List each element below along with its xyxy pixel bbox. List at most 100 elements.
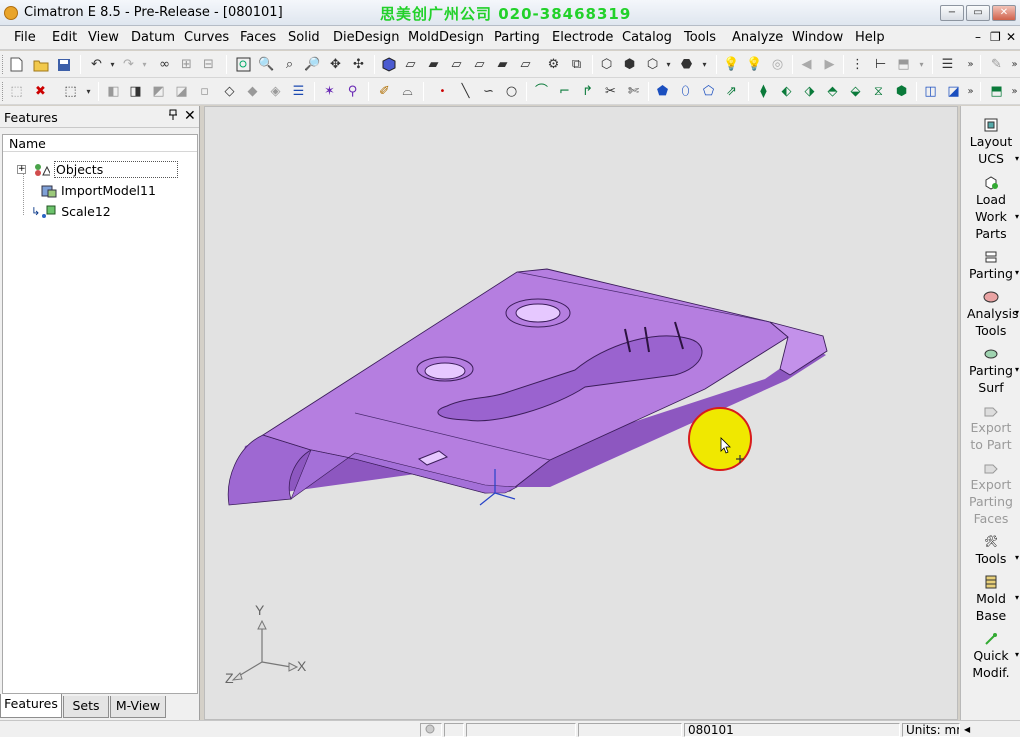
sketcher-icon[interactable]: ✐: [376, 83, 393, 100]
zoom-all-icon[interactable]: [235, 56, 252, 73]
rotate-icon[interactable]: ✣: [350, 56, 367, 73]
extend-icon[interactable]: ⇗: [723, 83, 740, 100]
tools-button[interactable]: 🛠 Tools ▾: [961, 535, 1020, 567]
menu-electrode[interactable]: Electrode: [552, 30, 613, 45]
menu-analyze[interactable]: Analyze: [732, 30, 783, 45]
surface-split-icon[interactable]: ◫: [922, 83, 939, 100]
shaded-edges-icon[interactable]: ⬡: [644, 56, 661, 73]
circle-icon[interactable]: ○: [503, 83, 520, 100]
next-view-icon[interactable]: ▶: [821, 56, 838, 73]
view-left-icon[interactable]: ▱: [448, 56, 465, 73]
surface-sweep-icon[interactable]: ⬗: [801, 83, 818, 100]
surface-drape-icon[interactable]: ⬢: [893, 83, 910, 100]
parting-button[interactable]: Parting ▾: [961, 250, 1020, 282]
quick-modif-button[interactable]: Quick Modif. ▾: [961, 632, 1020, 681]
view-bottom-icon[interactable]: ▱: [517, 56, 534, 73]
split-icon[interactable]: ✄: [625, 83, 642, 100]
tree-item-objects[interactable]: + Objects: [17, 160, 178, 179]
tab-m-view[interactable]: M-View: [110, 696, 166, 718]
layout-ucs-button[interactable]: Layout UCS ▾: [961, 118, 1020, 167]
mold-tools-icon[interactable]: ⬒: [895, 56, 912, 73]
view-back-icon[interactable]: ▰: [425, 56, 442, 73]
undo-icon[interactable]: ↶: [88, 56, 105, 73]
drive-face-icon[interactable]: ⬠: [700, 83, 717, 100]
previous-view-icon[interactable]: ◀: [798, 56, 815, 73]
save-icon[interactable]: [55, 56, 72, 73]
datum-plane-icon[interactable]: ⚲: [344, 83, 361, 100]
offset-curve-icon[interactable]: ↱: [579, 83, 596, 100]
expand-icon[interactable]: +: [17, 165, 26, 174]
render-mode-dropdown-icon[interactable]: ▾: [660, 56, 677, 73]
layer-icon[interactable]: ◆: [244, 83, 261, 100]
menu-file[interactable]: File: [14, 30, 36, 45]
menu-view[interactable]: View: [88, 30, 119, 45]
parting-surf-button[interactable]: Parting Surf ▾: [961, 347, 1020, 396]
line-icon[interactable]: ╲: [457, 83, 474, 100]
select-mode-icon[interactable]: ⬚: [8, 83, 25, 100]
open-folder-icon[interactable]: [32, 56, 49, 73]
zoom-window-icon[interactable]: 🔍: [258, 56, 275, 73]
view-isometric-icon[interactable]: [381, 56, 398, 73]
trim-icon[interactable]: ✂: [602, 83, 619, 100]
export-parting-faces-button[interactable]: Export Parting Faces: [961, 461, 1020, 527]
menu-catalog[interactable]: Catalog: [622, 30, 672, 45]
tab-sets[interactable]: Sets: [63, 696, 109, 718]
view-right-icon[interactable]: ▱: [471, 56, 488, 73]
menu-help[interactable]: Help: [855, 30, 885, 45]
menu-datum[interactable]: Datum: [131, 30, 175, 45]
menu-window[interactable]: Window: [792, 30, 843, 45]
toolbar-overflow-right-icon[interactable]: »: [1006, 56, 1020, 73]
close-window-button[interactable]: ✕: [992, 5, 1016, 21]
menu-edit[interactable]: Edit: [52, 30, 77, 45]
mold-tools-dropdown-icon[interactable]: ▾: [913, 56, 930, 73]
rollback-arrow-icon[interactable]: ↳: [31, 205, 40, 218]
toolbar2-overflow-icon[interactable]: »: [962, 83, 979, 100]
cylinder-icon[interactable]: ⬯: [677, 83, 694, 100]
pin-icon[interactable]: [168, 109, 178, 124]
pick-filter-icon[interactable]: ⬚: [62, 83, 79, 100]
menu-curves[interactable]: Curves: [184, 30, 229, 45]
tree-column-header[interactable]: Name: [3, 135, 197, 152]
surface-stitch-icon[interactable]: ◪: [945, 83, 962, 100]
shaded-icon[interactable]: ⬢: [621, 56, 638, 73]
render-options-icon[interactable]: ⬣: [678, 56, 695, 73]
surface-extrude-icon[interactable]: ⧫: [755, 83, 772, 100]
unblank-icon[interactable]: ◪: [173, 83, 190, 100]
export-to-part-button[interactable]: Export to Part: [961, 404, 1020, 453]
menu-tools[interactable]: Tools: [684, 30, 716, 45]
view-front-icon[interactable]: ▱: [402, 56, 419, 73]
set-icon[interactable]: ◇: [221, 83, 238, 100]
size-grip-icon[interactable]: ◀: [962, 723, 1018, 737]
mold-base-button[interactable]: Mold Base ▾: [961, 575, 1020, 624]
light-settings-icon[interactable]: ◎: [769, 56, 786, 73]
wireframe-icon[interactable]: ⬡: [598, 56, 615, 73]
view-top-icon[interactable]: ▰: [494, 56, 511, 73]
toolbar-overflow-icon[interactable]: »: [962, 56, 979, 73]
point-icon[interactable]: •: [434, 83, 451, 100]
graphics-viewport[interactable]: Y X Z: [204, 106, 958, 720]
attribute-icon[interactable]: ◈: [267, 83, 284, 100]
fillet-curve-icon[interactable]: ⌒: [533, 83, 550, 100]
view-transform-icon[interactable]: ⧉: [568, 56, 585, 73]
undo-dropdown-icon[interactable]: ▾: [104, 56, 121, 73]
mdi-restore-button[interactable]: ❐: [990, 30, 1001, 44]
regen-icon[interactable]: ⊟: [200, 56, 217, 73]
surface-boundary-icon[interactable]: ⬙: [847, 83, 864, 100]
glasses-icon[interactable]: ∞: [156, 56, 173, 73]
surface-mesh-icon[interactable]: ⧖: [870, 83, 887, 100]
spline-icon[interactable]: ∽: [480, 83, 497, 100]
surface-revolve-icon[interactable]: ⬖: [778, 83, 795, 100]
menu-diedesign[interactable]: DieDesign: [333, 30, 400, 45]
redo-dropdown-icon[interactable]: ▾: [136, 56, 153, 73]
view-control-icon[interactable]: ⚙: [545, 56, 562, 73]
light-off-icon[interactable]: 💡: [723, 56, 740, 73]
tree-item-importmodel[interactable]: ImportModel11: [41, 181, 156, 200]
pick-filter-dropdown-icon[interactable]: ▾: [80, 83, 97, 100]
sketch-pen-icon[interactable]: ✎: [988, 56, 1005, 73]
render-options-dropdown-icon[interactable]: ▾: [696, 56, 713, 73]
redo-icon[interactable]: ↷: [120, 56, 137, 73]
tree-item-scale[interactable]: ↳ Scale12: [31, 202, 111, 221]
menu-parting[interactable]: Parting: [494, 30, 540, 45]
menu-solid[interactable]: Solid: [288, 30, 320, 45]
menu-faces[interactable]: Faces: [240, 30, 276, 45]
